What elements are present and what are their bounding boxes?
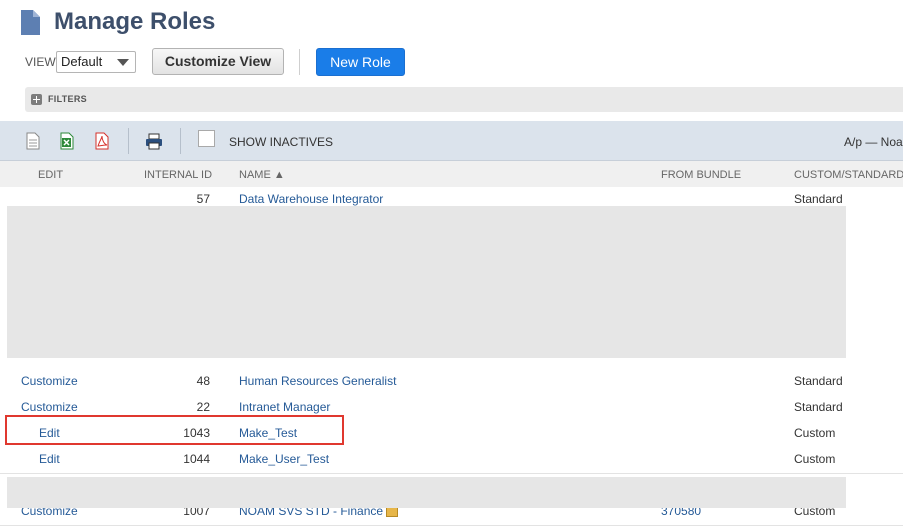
column-header-custom-standard[interactable]: CUSTOM/STANDARD: [794, 169, 903, 181]
role-name-link[interactable]: Make_User_Test: [239, 452, 329, 466]
page-title: Manage Roles: [54, 8, 216, 35]
redacted-area: [7, 206, 846, 358]
export-document-icon[interactable]: [26, 132, 40, 150]
page-icon: [21, 10, 40, 35]
toolbar-divider: [180, 128, 181, 154]
column-header-internal-id[interactable]: INTERNAL ID: [144, 169, 212, 181]
internal-id-cell: 48: [196, 374, 210, 388]
type-cell: Standard: [794, 374, 843, 388]
view-select-value: Default: [61, 54, 103, 69]
type-cell: Custom: [794, 452, 836, 466]
show-inactives-label: SHOW INACTIVES: [229, 135, 334, 149]
customize-view-button[interactable]: Customize View: [152, 48, 284, 75]
export-pdf-icon[interactable]: [95, 132, 109, 150]
type-cell: Standard: [794, 192, 843, 206]
toolbar-right-text: A/p — Noa: [844, 135, 903, 149]
internal-id-cell: 57: [196, 192, 210, 206]
plus-icon[interactable]: [31, 94, 42, 105]
filters-label: FILTERS: [48, 94, 87, 104]
customize-link[interactable]: Customize: [21, 374, 78, 388]
role-name-link[interactable]: Data Warehouse Integrator: [239, 192, 383, 206]
table-row: Edit 1044 Make_User_Test Custom: [0, 447, 903, 474]
internal-id-cell: 22: [196, 400, 210, 414]
chevron-down-icon: [117, 59, 129, 66]
filters-bar[interactable]: FILTERS: [25, 87, 903, 112]
view-select[interactable]: Default: [56, 51, 136, 73]
role-name-link[interactable]: Intranet Manager: [239, 400, 330, 414]
highlight-box: [5, 415, 344, 445]
redacted-area: [7, 477, 846, 508]
export-excel-icon[interactable]: [60, 132, 74, 150]
type-cell: Custom: [794, 426, 836, 440]
type-cell: Standard: [794, 400, 843, 414]
role-name-link[interactable]: Human Resources Generalist: [239, 374, 396, 388]
edit-link[interactable]: Edit: [39, 452, 60, 466]
view-label: VIEW: [25, 55, 56, 69]
customize-link[interactable]: Customize: [21, 400, 78, 414]
internal-id-cell: 1044: [183, 452, 210, 466]
column-header-name[interactable]: NAME ▲: [239, 169, 285, 181]
table-header: EDIT INTERNAL ID NAME ▲ FROM BUNDLE CUST…: [0, 161, 903, 188]
print-icon[interactable]: [145, 132, 163, 150]
column-header-from-bundle[interactable]: FROM BUNDLE: [661, 169, 741, 181]
divider: [299, 49, 300, 75]
table-toolbar: SHOW INACTIVES A/p — Noa: [0, 121, 903, 161]
show-inactives-checkbox[interactable]: [198, 130, 215, 147]
toolbar-divider: [128, 128, 129, 154]
table-row: Customize 48 Human Resources Generalist …: [0, 369, 903, 396]
new-role-button[interactable]: New Role: [316, 48, 405, 76]
column-header-edit: EDIT: [38, 169, 64, 181]
